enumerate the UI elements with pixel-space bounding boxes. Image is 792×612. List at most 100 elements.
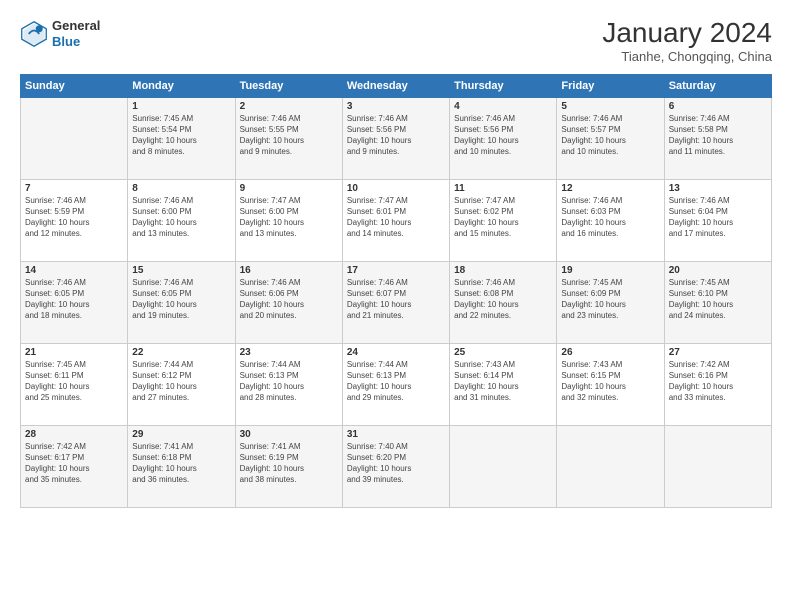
table-row: 27Sunrise: 7:42 AM Sunset: 6:16 PM Dayli… [664,343,771,425]
table-row: 24Sunrise: 7:44 AM Sunset: 6:13 PM Dayli… [342,343,449,425]
day-number: 26 [561,347,659,358]
logo: General Blue [20,18,100,49]
table-row: 30Sunrise: 7:41 AM Sunset: 6:19 PM Dayli… [235,425,342,507]
table-row: 28Sunrise: 7:42 AM Sunset: 6:17 PM Dayli… [21,425,128,507]
day-number: 15 [132,265,230,276]
day-info: Sunrise: 7:46 AM Sunset: 5:56 PM Dayligh… [347,113,445,158]
table-row: 22Sunrise: 7:44 AM Sunset: 6:12 PM Dayli… [128,343,235,425]
calendar-week-3: 21Sunrise: 7:45 AM Sunset: 6:11 PM Dayli… [21,343,772,425]
day-info: Sunrise: 7:41 AM Sunset: 6:19 PM Dayligh… [240,441,338,486]
day-info: Sunrise: 7:46 AM Sunset: 6:00 PM Dayligh… [132,195,230,240]
day-info: Sunrise: 7:44 AM Sunset: 6:12 PM Dayligh… [132,359,230,404]
day-info: Sunrise: 7:47 AM Sunset: 6:00 PM Dayligh… [240,195,338,240]
day-info: Sunrise: 7:47 AM Sunset: 6:01 PM Dayligh… [347,195,445,240]
day-number: 16 [240,265,338,276]
day-info: Sunrise: 7:46 AM Sunset: 6:03 PM Dayligh… [561,195,659,240]
day-info: Sunrise: 7:40 AM Sunset: 6:20 PM Dayligh… [347,441,445,486]
day-number: 14 [25,265,123,276]
day-info: Sunrise: 7:47 AM Sunset: 6:02 PM Dayligh… [454,195,552,240]
day-number: 2 [240,101,338,112]
calendar-week-2: 14Sunrise: 7:46 AM Sunset: 6:05 PM Dayli… [21,261,772,343]
table-row: 9Sunrise: 7:47 AM Sunset: 6:00 PM Daylig… [235,179,342,261]
col-thursday: Thursday [450,74,557,97]
day-number: 5 [561,101,659,112]
day-info: Sunrise: 7:45 AM Sunset: 6:09 PM Dayligh… [561,277,659,322]
table-row: 23Sunrise: 7:44 AM Sunset: 6:13 PM Dayli… [235,343,342,425]
day-info: Sunrise: 7:45 AM Sunset: 5:54 PM Dayligh… [132,113,230,158]
day-info: Sunrise: 7:46 AM Sunset: 6:06 PM Dayligh… [240,277,338,322]
day-number: 23 [240,347,338,358]
table-row: 8Sunrise: 7:46 AM Sunset: 6:00 PM Daylig… [128,179,235,261]
day-number: 17 [347,265,445,276]
day-number: 12 [561,183,659,194]
day-info: Sunrise: 7:46 AM Sunset: 6:08 PM Dayligh… [454,277,552,322]
calendar-week-4: 28Sunrise: 7:42 AM Sunset: 6:17 PM Dayli… [21,425,772,507]
day-number: 25 [454,347,552,358]
day-info: Sunrise: 7:45 AM Sunset: 6:11 PM Dayligh… [25,359,123,404]
day-number: 8 [132,183,230,194]
day-info: Sunrise: 7:46 AM Sunset: 5:58 PM Dayligh… [669,113,767,158]
day-info: Sunrise: 7:46 AM Sunset: 6:05 PM Dayligh… [25,277,123,322]
day-number: 11 [454,183,552,194]
day-info: Sunrise: 7:44 AM Sunset: 6:13 PM Dayligh… [240,359,338,404]
col-sunday: Sunday [21,74,128,97]
table-row: 2Sunrise: 7:46 AM Sunset: 5:55 PM Daylig… [235,97,342,179]
day-number: 19 [561,265,659,276]
day-info: Sunrise: 7:46 AM Sunset: 5:59 PM Dayligh… [25,195,123,240]
day-info: Sunrise: 7:42 AM Sunset: 6:17 PM Dayligh… [25,441,123,486]
day-number: 20 [669,265,767,276]
day-number: 3 [347,101,445,112]
day-info: Sunrise: 7:44 AM Sunset: 6:13 PM Dayligh… [347,359,445,404]
logo-icon [20,20,48,48]
table-row: 16Sunrise: 7:46 AM Sunset: 6:06 PM Dayli… [235,261,342,343]
day-number: 13 [669,183,767,194]
day-number: 21 [25,347,123,358]
table-row: 18Sunrise: 7:46 AM Sunset: 6:08 PM Dayli… [450,261,557,343]
table-row: 1Sunrise: 7:45 AM Sunset: 5:54 PM Daylig… [128,97,235,179]
table-row: 7Sunrise: 7:46 AM Sunset: 5:59 PM Daylig… [21,179,128,261]
table-row: 3Sunrise: 7:46 AM Sunset: 5:56 PM Daylig… [342,97,449,179]
table-row: 15Sunrise: 7:46 AM Sunset: 6:05 PM Dayli… [128,261,235,343]
col-monday: Monday [128,74,235,97]
header-row: Sunday Monday Tuesday Wednesday Thursday… [21,74,772,97]
day-number: 6 [669,101,767,112]
logo-blue: Blue [52,34,100,50]
table-row: 26Sunrise: 7:43 AM Sunset: 6:15 PM Dayli… [557,343,664,425]
day-number: 7 [25,183,123,194]
col-tuesday: Tuesday [235,74,342,97]
location: Tianhe, Chongqing, China [602,49,772,64]
calendar-week-1: 7Sunrise: 7:46 AM Sunset: 5:59 PM Daylig… [21,179,772,261]
table-row: 29Sunrise: 7:41 AM Sunset: 6:18 PM Dayli… [128,425,235,507]
calendar-table: Sunday Monday Tuesday Wednesday Thursday… [20,74,772,508]
day-number: 29 [132,429,230,440]
title-block: January 2024 Tianhe, Chongqing, China [602,18,772,64]
day-number: 1 [132,101,230,112]
day-info: Sunrise: 7:41 AM Sunset: 6:18 PM Dayligh… [132,441,230,486]
table-row: 17Sunrise: 7:46 AM Sunset: 6:07 PM Dayli… [342,261,449,343]
table-row: 21Sunrise: 7:45 AM Sunset: 6:11 PM Dayli… [21,343,128,425]
table-row: 19Sunrise: 7:45 AM Sunset: 6:09 PM Dayli… [557,261,664,343]
table-row: 11Sunrise: 7:47 AM Sunset: 6:02 PM Dayli… [450,179,557,261]
day-info: Sunrise: 7:46 AM Sunset: 5:55 PM Dayligh… [240,113,338,158]
day-number: 27 [669,347,767,358]
day-info: Sunrise: 7:43 AM Sunset: 6:14 PM Dayligh… [454,359,552,404]
day-info: Sunrise: 7:46 AM Sunset: 6:05 PM Dayligh… [132,277,230,322]
day-number: 18 [454,265,552,276]
table-row: 12Sunrise: 7:46 AM Sunset: 6:03 PM Dayli… [557,179,664,261]
table-row: 6Sunrise: 7:46 AM Sunset: 5:58 PM Daylig… [664,97,771,179]
day-number: 24 [347,347,445,358]
day-number: 28 [25,429,123,440]
day-number: 10 [347,183,445,194]
day-info: Sunrise: 7:42 AM Sunset: 6:16 PM Dayligh… [669,359,767,404]
logo-general: General [52,18,100,34]
logo-text: General Blue [52,18,100,49]
table-row: 4Sunrise: 7:46 AM Sunset: 5:56 PM Daylig… [450,97,557,179]
calendar-week-0: 1Sunrise: 7:45 AM Sunset: 5:54 PM Daylig… [21,97,772,179]
table-row [450,425,557,507]
day-number: 30 [240,429,338,440]
table-row: 14Sunrise: 7:46 AM Sunset: 6:05 PM Dayli… [21,261,128,343]
day-info: Sunrise: 7:43 AM Sunset: 6:15 PM Dayligh… [561,359,659,404]
day-info: Sunrise: 7:46 AM Sunset: 6:07 PM Dayligh… [347,277,445,322]
day-info: Sunrise: 7:46 AM Sunset: 5:56 PM Dayligh… [454,113,552,158]
col-friday: Friday [557,74,664,97]
